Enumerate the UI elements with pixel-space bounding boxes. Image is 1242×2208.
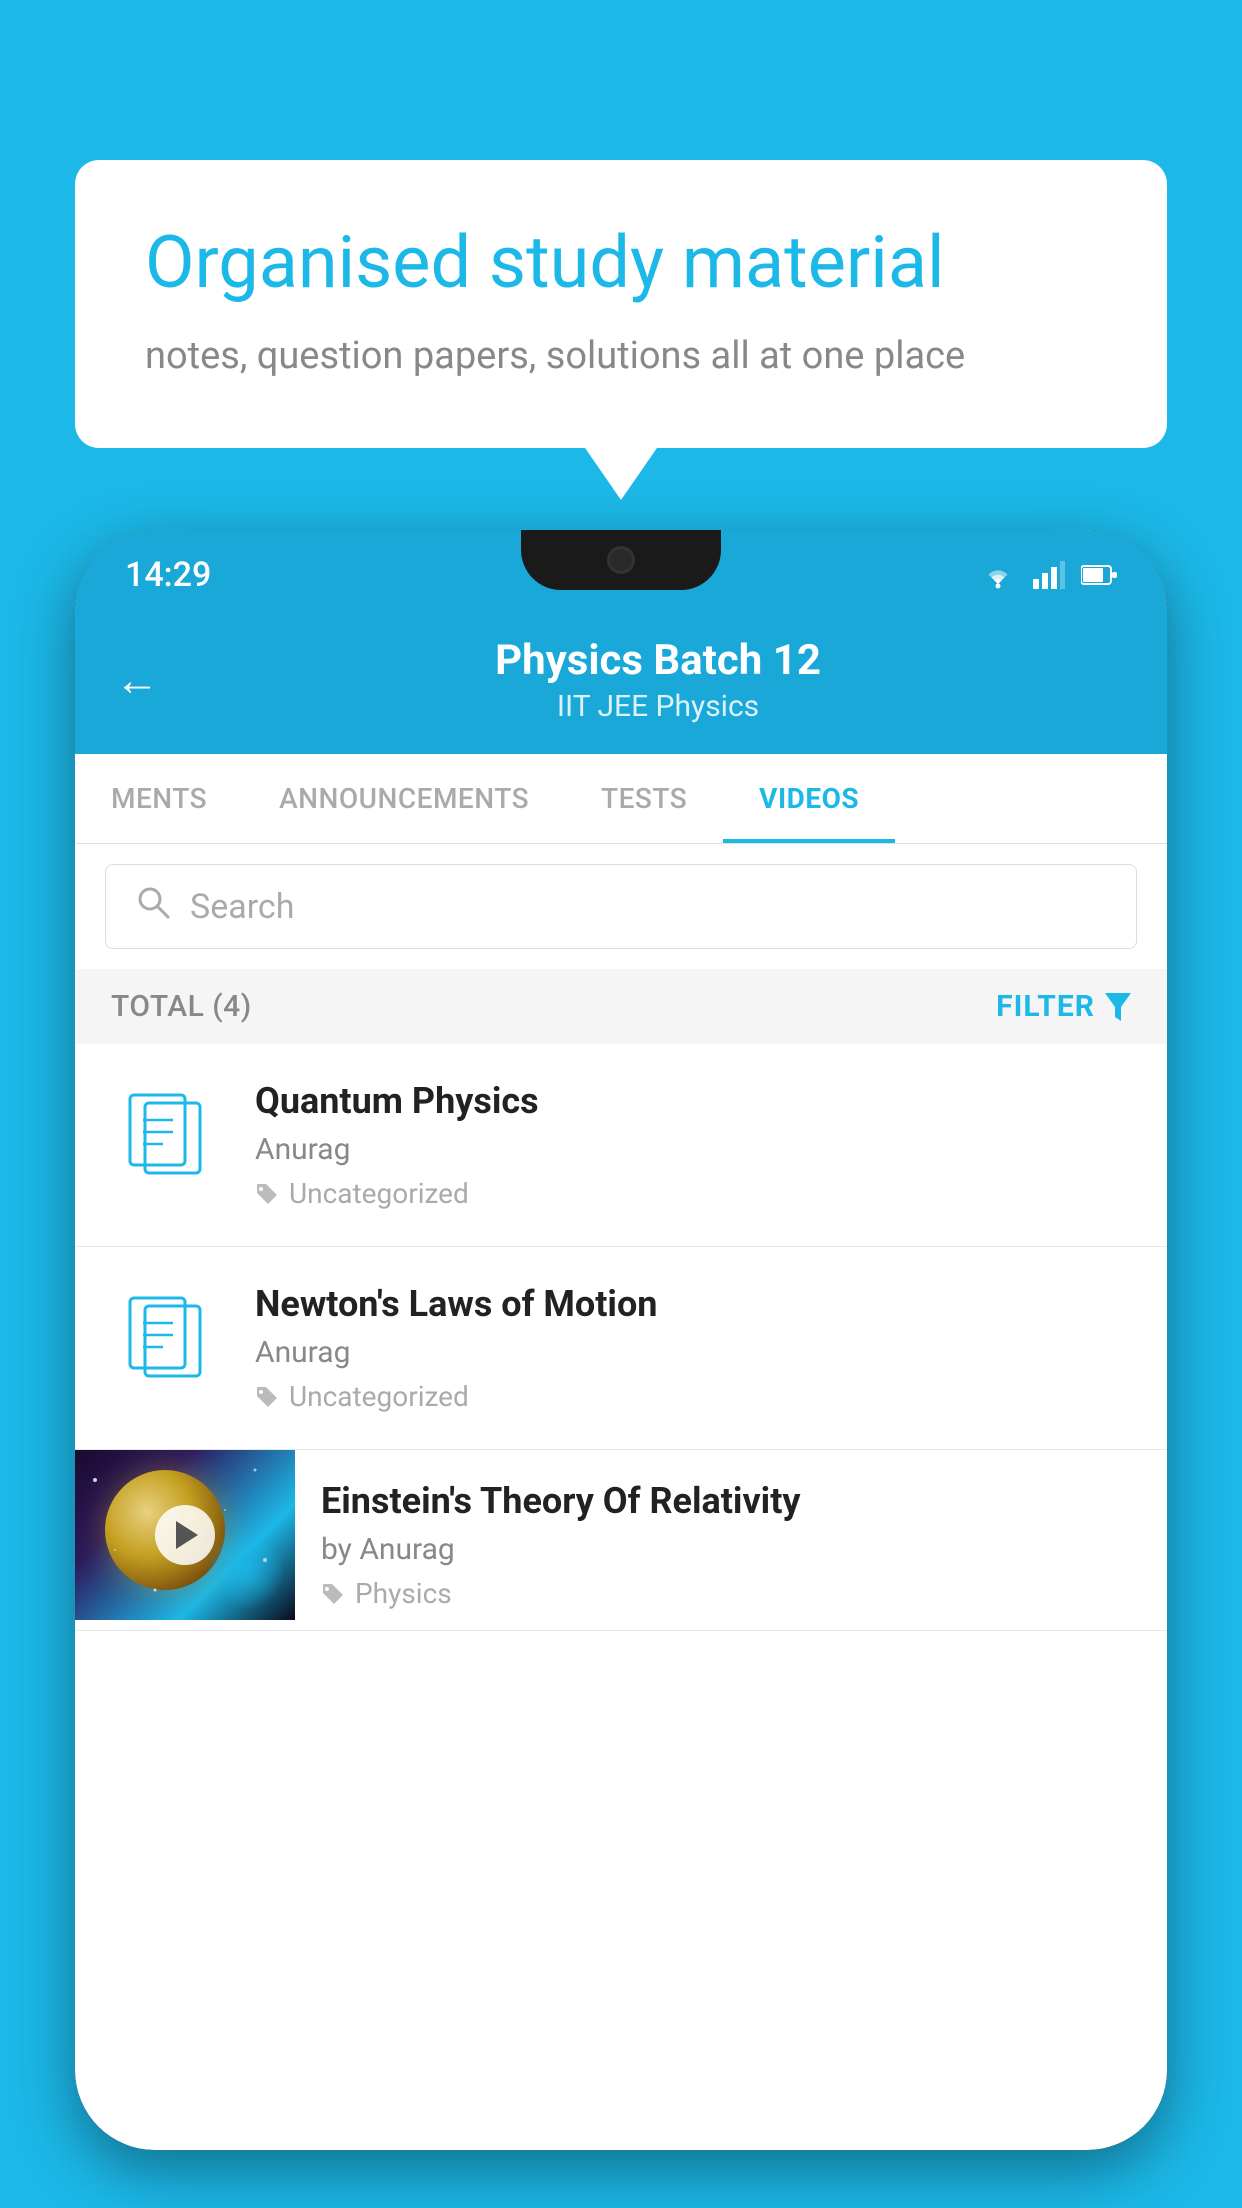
content-area: Quantum Physics Anurag Uncategorized bbox=[75, 1044, 1167, 2150]
einstein-thumbnail bbox=[75, 1450, 295, 1620]
search-placeholder: Search bbox=[190, 887, 294, 927]
tag-icon bbox=[321, 1582, 345, 1606]
tag-label: Uncategorized bbox=[289, 1177, 469, 1210]
document-icon bbox=[125, 1293, 205, 1393]
video-info: Newton's Laws of Motion Anurag Uncategor… bbox=[255, 1283, 1137, 1413]
tab-tests[interactable]: TESTS bbox=[565, 754, 723, 843]
play-triangle-icon bbox=[176, 1521, 198, 1549]
speech-bubble: Organised study material notes, question… bbox=[75, 160, 1167, 448]
video-author: Anurag bbox=[255, 1132, 1137, 1167]
einstein-tag: Physics bbox=[321, 1577, 1147, 1610]
video-tag: Uncategorized bbox=[255, 1177, 1137, 1210]
video-tag: Uncategorized bbox=[255, 1380, 1137, 1413]
search-bar-container: Search bbox=[75, 844, 1167, 969]
tag-icon bbox=[255, 1385, 279, 1409]
tag-label: Uncategorized bbox=[289, 1380, 469, 1413]
phone-device: 14:29 bbox=[75, 530, 1167, 2150]
total-count: TOTAL (4) bbox=[111, 989, 252, 1024]
wifi-icon bbox=[979, 560, 1017, 590]
speech-bubble-subtitle: notes, question papers, solutions all at… bbox=[145, 334, 1097, 378]
tab-bar: MENTS ANNOUNCEMENTS TESTS VIDEOS bbox=[75, 754, 1167, 844]
list-item[interactable]: Newton's Laws of Motion Anurag Uncategor… bbox=[75, 1247, 1167, 1450]
einstein-title: Einstein's Theory Of Relativity bbox=[321, 1480, 1147, 1522]
filter-funnel-icon bbox=[1105, 993, 1131, 1021]
status-time: 14:29 bbox=[125, 555, 211, 595]
phone-wrapper: 14:29 bbox=[75, 530, 1167, 2150]
speech-bubble-title: Organised study material bbox=[145, 220, 1097, 306]
einstein-author: by Anurag bbox=[321, 1532, 1147, 1567]
video-author: Anurag bbox=[255, 1335, 1137, 1370]
signal-icon bbox=[1033, 561, 1065, 589]
search-icon bbox=[136, 885, 170, 928]
front-camera bbox=[607, 546, 635, 574]
file-icon-wrapper bbox=[105, 1080, 225, 1200]
tab-announcements[interactable]: ANNOUNCEMENTS bbox=[243, 754, 565, 843]
header-title-group: Physics Batch 12 IIT JEE Physics bbox=[189, 636, 1127, 724]
video-title: Newton's Laws of Motion bbox=[255, 1283, 1137, 1325]
batch-subtitle: IIT JEE Physics bbox=[189, 689, 1127, 724]
tab-videos[interactable]: VIDEOS bbox=[723, 754, 895, 843]
video-info: Quantum Physics Anurag Uncategorized bbox=[255, 1080, 1137, 1210]
tag-icon bbox=[255, 1182, 279, 1206]
filter-bar: TOTAL (4) FILTER bbox=[75, 969, 1167, 1044]
search-bar[interactable]: Search bbox=[105, 864, 1137, 949]
tag-label: Physics bbox=[355, 1577, 452, 1610]
phone-screen: 14:29 bbox=[75, 530, 1167, 2150]
play-button[interactable] bbox=[155, 1505, 215, 1565]
phone-notch bbox=[521, 530, 721, 590]
document-icon bbox=[125, 1090, 205, 1190]
video-title: Quantum Physics bbox=[255, 1080, 1137, 1122]
file-icon-wrapper bbox=[105, 1283, 225, 1403]
filter-button[interactable]: FILTER bbox=[996, 989, 1131, 1024]
batch-title: Physics Batch 12 bbox=[189, 636, 1127, 685]
status-icons bbox=[979, 560, 1117, 590]
battery-icon bbox=[1081, 564, 1117, 586]
filter-label: FILTER bbox=[996, 989, 1095, 1024]
einstein-info: Einstein's Theory Of Relativity by Anura… bbox=[295, 1450, 1167, 1630]
tab-ments[interactable]: MENTS bbox=[75, 754, 243, 843]
app-header: ← Physics Batch 12 IIT JEE Physics bbox=[75, 610, 1167, 754]
speech-bubble-container: Organised study material notes, question… bbox=[75, 160, 1167, 448]
list-item[interactable]: Einstein's Theory Of Relativity by Anura… bbox=[75, 1450, 1167, 1631]
back-button[interactable]: ← bbox=[115, 654, 159, 706]
list-item[interactable]: Quantum Physics Anurag Uncategorized bbox=[75, 1044, 1167, 1247]
